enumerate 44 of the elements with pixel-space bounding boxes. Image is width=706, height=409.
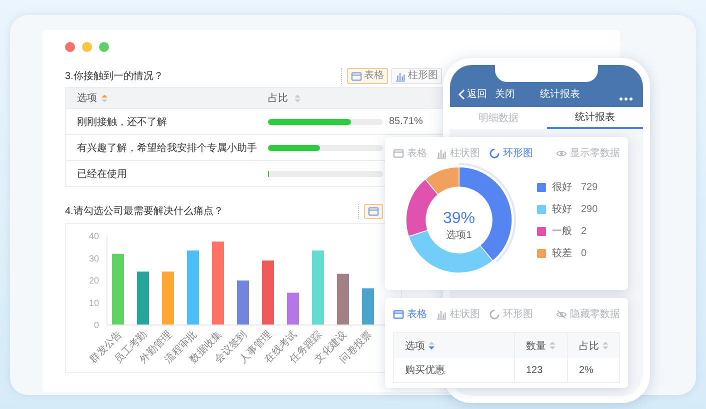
legend-count: 0 [581,248,587,258]
bar-chart-view-button[interactable]: 柱形图 [391,68,442,84]
legend-count: 2 [581,226,587,236]
question-title: 3.你接触到一的情况？ [65,70,164,83]
donut-center-value: 39% [442,210,476,227]
column-header: 选项 [77,92,97,105]
y-tick-label: 20 [88,276,99,286]
back-link[interactable]: 返回 [458,87,487,101]
column-header: 占比 [268,92,288,105]
screen-title: 统计报表 [539,88,581,101]
option-text: 有兴趣了解，希望给我安排个专属小助手 [77,142,257,154]
view-tab[interactable]: 环形图 [489,146,533,160]
donut-center-label: 选项1 [446,230,472,241]
view-tab[interactable]: 表格 [393,146,427,160]
table-view-button[interactable]: 表格 [347,68,388,84]
question-title: 4.请勾选公司最需要解决什么痛点？ [65,204,224,218]
legend-label: 较好 [552,202,572,216]
zero-data-toggle[interactable]: 隐藏零数据 [556,307,620,321]
close-link[interactable]: 关闭 [495,87,515,101]
view-tab[interactable]: 表格 [393,307,427,321]
legend-label: 一般 [552,225,572,238]
table-cell-text: 购买优惠 [405,364,445,377]
column-header: 选项 [405,340,425,352]
view-tab[interactable]: 柱状图 [436,146,480,160]
legend-count: 290 [581,204,598,214]
legend-label: 较差 [552,246,572,260]
column-header: 数量 [526,340,546,352]
legend-label: 很好 [552,181,572,194]
y-tick-label: 30 [88,253,99,264]
view-tab[interactable]: 柱状图 [436,307,480,321]
percent-text: 85.71% [389,116,423,127]
y-tick-label: 10 [88,298,99,308]
option-text: 刚刚接触，还不了解 [77,116,167,128]
screen-tab[interactable]: 明细数据 [450,107,546,129]
y-tick-label: 0 [94,320,99,330]
legend-count: 729 [581,182,598,192]
y-tick-label: 40 [88,231,99,241]
table-cell: 2% [579,364,594,376]
option-text: 已经在使用 [77,168,127,180]
table-cell: 123 [526,364,543,376]
screen-tab[interactable]: 统计报表 [546,107,643,129]
column-header: 占比 [579,340,599,352]
view-tab[interactable]: 环形图 [489,307,533,321]
zero-data-toggle[interactable]: 显示零数据 [556,146,620,160]
